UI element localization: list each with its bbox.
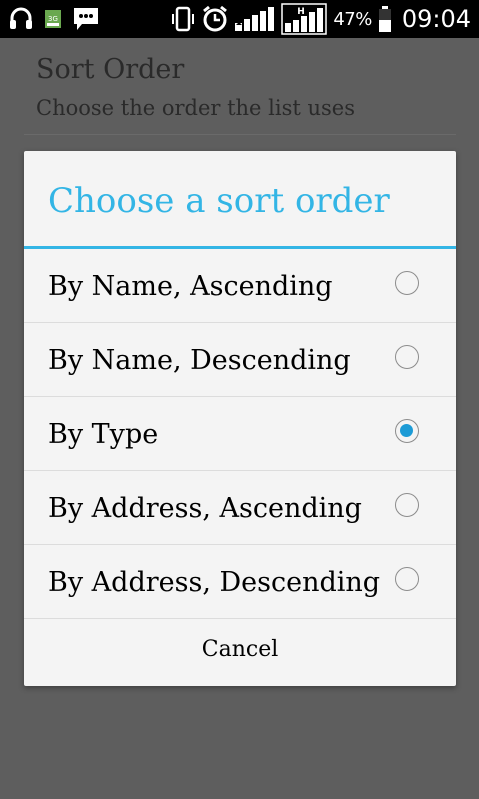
sort-order-preference[interactable]: Sort Order Choose the order the list use…	[24, 38, 456, 135]
headset-icon	[8, 6, 34, 32]
preference-title: Sort Order	[36, 54, 185, 85]
radio-button[interactable]	[395, 567, 419, 591]
radio-button[interactable]	[395, 345, 419, 369]
clock: 09:04	[401, 5, 471, 33]
option-type[interactable]: By Type	[24, 397, 456, 471]
system-icons: H 47% 09:04	[171, 3, 471, 35]
message-icon	[72, 6, 100, 32]
hsdpa-signal-icon: H	[281, 3, 328, 35]
radio-button[interactable]	[395, 271, 419, 295]
option-name-ascending[interactable]: By Name, Ascending	[24, 249, 456, 323]
option-address-ascending[interactable]: By Address, Ascending	[24, 471, 456, 545]
svg-text:H: H	[298, 7, 306, 17]
battery-icon	[378, 5, 392, 33]
radio-button[interactable]	[395, 493, 419, 517]
status-bar: 3G H 47% 09:04	[0, 0, 479, 38]
option-address-descending[interactable]: By Address, Descending	[24, 545, 456, 619]
option-label: By Name, Ascending	[48, 271, 333, 302]
3g-data-icon: 3G	[44, 9, 62, 29]
option-label: By Address, Ascending	[48, 493, 362, 524]
svg-text:3G: 3G	[48, 15, 58, 23]
option-label: By Name, Descending	[48, 345, 351, 376]
preference-summary: Choose the order the list uses	[36, 96, 355, 120]
sort-options-list: By Name, Ascending By Name, Descending B…	[24, 249, 456, 619]
sort-order-dialog: Choose a sort order By Name, Ascending B…	[24, 151, 456, 686]
option-label: By Address, Descending	[48, 567, 381, 598]
radio-button-checked[interactable]	[395, 419, 419, 443]
signal-icon	[235, 5, 275, 33]
option-name-descending[interactable]: By Name, Descending	[24, 323, 456, 397]
dialog-title: Choose a sort order	[48, 181, 390, 221]
alarm-icon	[201, 5, 229, 33]
cancel-button[interactable]: Cancel	[24, 614, 456, 686]
notification-icons: 3G	[8, 4, 100, 34]
vibrate-icon	[171, 5, 195, 33]
option-label: By Type	[48, 419, 159, 450]
battery-percent: 47%	[333, 8, 372, 30]
